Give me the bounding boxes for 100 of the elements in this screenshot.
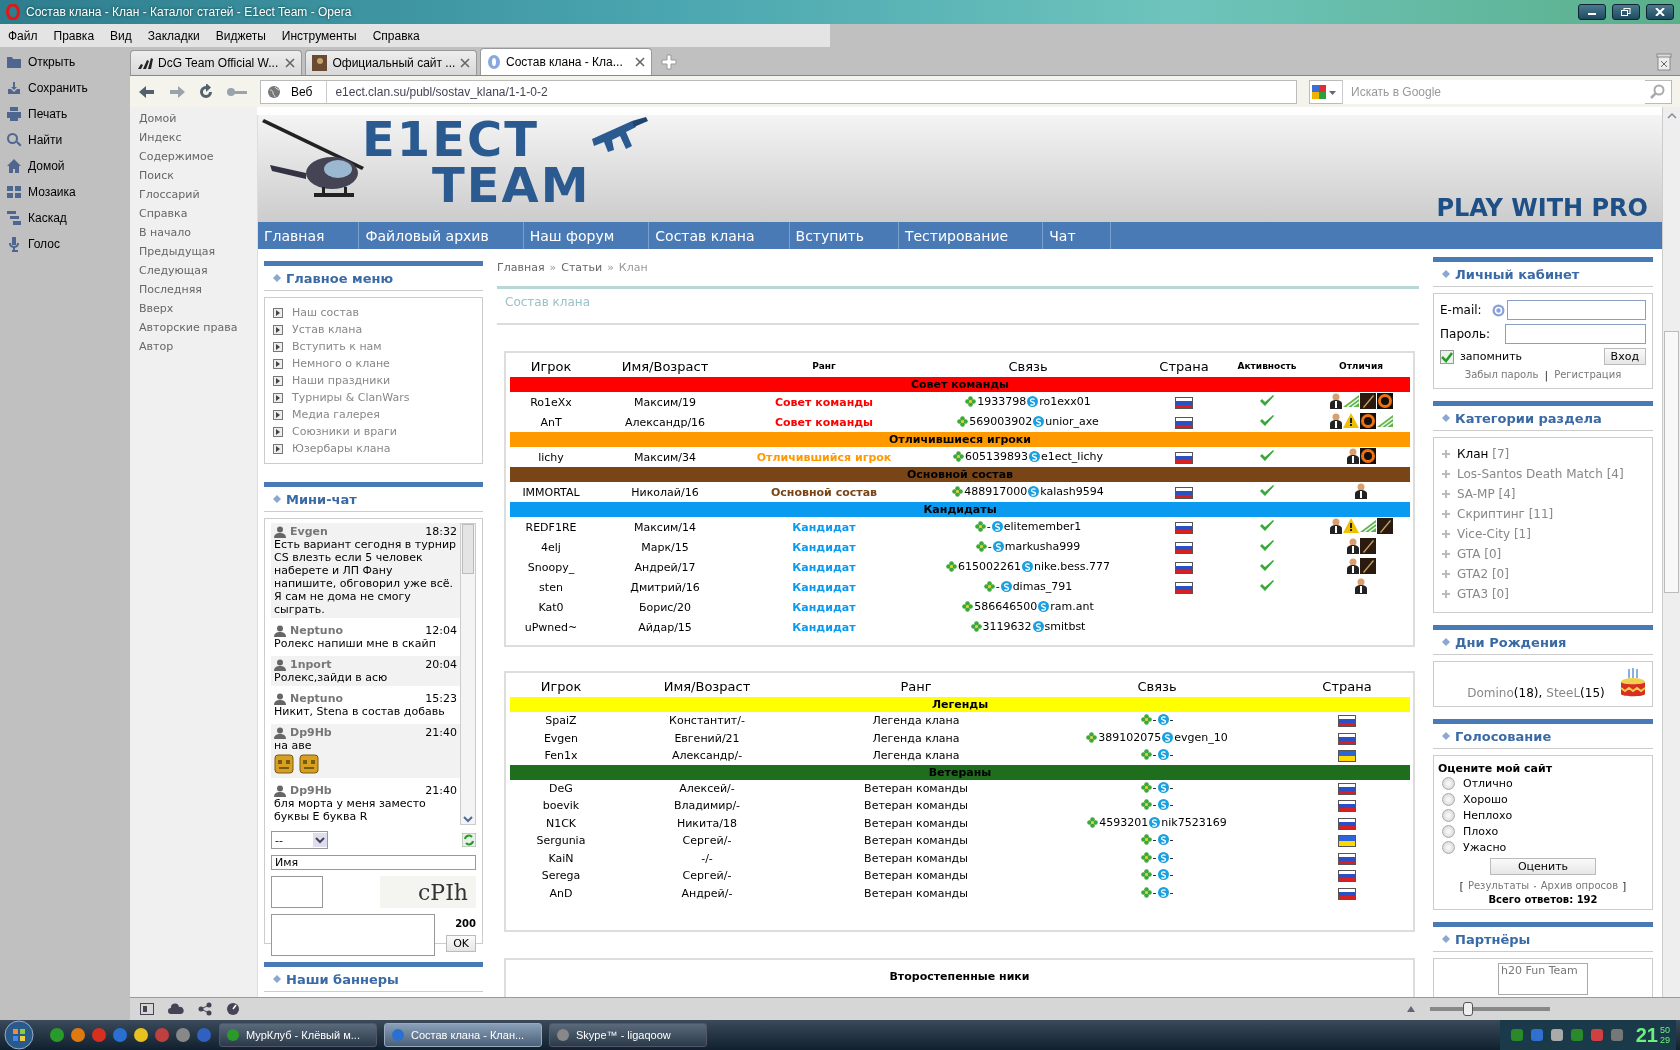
- login-button[interactable]: Вход: [1603, 348, 1646, 365]
- captcha-field[interactable]: [271, 876, 323, 908]
- panel-item[interactable]: Домой: [0, 155, 130, 177]
- tray-icon[interactable]: [1509, 1028, 1524, 1042]
- chat-username[interactable]: Dp9Hb: [290, 726, 332, 739]
- checkbox[interactable]: [1440, 349, 1454, 364]
- category-link[interactable]: GTA [0]: [1457, 547, 1502, 561]
- chat-username[interactable]: Evgen: [290, 525, 328, 538]
- tray-icon[interactable]: [1569, 1028, 1584, 1042]
- scroll-thumb[interactable]: [1664, 331, 1679, 593]
- app-icon[interactable]: [70, 1027, 86, 1043]
- menu-item[interactable]: Вид: [102, 28, 140, 43]
- scroll-thumb[interactable]: [462, 524, 474, 574]
- chat-username[interactable]: 1nport: [290, 658, 332, 671]
- nav-item[interactable]: Наш форум: [523, 222, 650, 249]
- tray-icon[interactable]: [1529, 1028, 1544, 1042]
- option-label[interactable]: Ужасно: [1463, 841, 1507, 854]
- browser-tab[interactable]: Официальный сайт ...: [305, 50, 477, 75]
- window-icon[interactable]: [140, 1003, 154, 1015]
- category-link[interactable]: Vice-City [1]: [1457, 527, 1531, 541]
- birthday-name[interactable]: SteeL: [1546, 686, 1581, 700]
- tray-icon[interactable]: [1549, 1028, 1564, 1042]
- chat-username[interactable]: Neptuno: [290, 692, 344, 705]
- checkbox-label[interactable]: запомнить: [1460, 350, 1523, 363]
- search-icon[interactable]: [1649, 82, 1667, 101]
- menu-item[interactable]: Инструменты: [273, 28, 365, 43]
- message-field[interactable]: [271, 914, 435, 956]
- web-mode-button[interactable]: Веб: [261, 80, 328, 103]
- taskbar-button[interactable]: Состав клана - Клан...: [384, 1023, 542, 1047]
- app-icon[interactable]: [175, 1027, 191, 1043]
- chat-username[interactable]: Dp9Hb: [290, 784, 332, 797]
- panel-item[interactable]: Сохранить: [0, 77, 130, 99]
- panel-item[interactable]: Печать: [0, 103, 130, 125]
- text-link[interactable]: Регистрация: [1554, 369, 1622, 382]
- page-scrollbar[interactable]: [1662, 107, 1680, 997]
- app-icon[interactable]: [133, 1027, 149, 1043]
- key-icon[interactable]: [226, 85, 248, 98]
- reload-icon[interactable]: [198, 83, 214, 100]
- panel-item[interactable]: Найти: [0, 129, 130, 151]
- breadcrumb-link[interactable]: Главная: [497, 261, 545, 274]
- category-link[interactable]: Клан [7]: [1457, 447, 1510, 461]
- option-label[interactable]: Хорошо: [1463, 793, 1508, 806]
- nav-item[interactable]: Вступить: [789, 222, 899, 249]
- navigation-link[interactable]: Содержимое: [139, 147, 257, 166]
- menu-link[interactable]: Юзербары клана: [273, 440, 482, 457]
- password-field[interactable]: [1505, 324, 1646, 344]
- category-link[interactable]: GTA2 [0]: [1457, 567, 1509, 581]
- scrollbar[interactable]: [460, 523, 476, 825]
- text-link[interactable]: Результаты: [1467, 880, 1530, 893]
- radio-button[interactable]: [1442, 793, 1455, 806]
- slider-thumb[interactable]: [1463, 1002, 1474, 1016]
- gauge-icon[interactable]: [226, 1002, 240, 1016]
- triangle-icon[interactable]: [1406, 1005, 1416, 1013]
- navigation-link[interactable]: Вверх: [139, 299, 257, 318]
- vote-button[interactable]: Оценить: [1490, 858, 1596, 875]
- radio-button[interactable]: [1442, 825, 1455, 838]
- navigation-link[interactable]: Глоссарий: [139, 185, 257, 204]
- menu-item[interactable]: Файл: [0, 28, 46, 43]
- browser-tab[interactable]: Состав клана - Кла...: [480, 48, 652, 75]
- forward-icon[interactable]: [168, 83, 186, 100]
- menu-link[interactable]: Турниры & ClanWars: [273, 389, 482, 406]
- ok-button[interactable]: OK: [446, 935, 476, 952]
- start-button[interactable]: [4, 1020, 34, 1050]
- taskbar-button[interactable]: Skype™ - ligaqoow: [549, 1023, 707, 1047]
- scroll-up-icon[interactable]: [1665, 111, 1678, 121]
- nav-item[interactable]: Главная: [258, 222, 360, 249]
- minimize-button[interactable]: [1578, 4, 1606, 20]
- radio-button[interactable]: [1442, 841, 1455, 854]
- navigation-link[interactable]: Индекс: [139, 128, 257, 147]
- refresh-icon[interactable]: [462, 833, 476, 847]
- back-icon[interactable]: [138, 83, 156, 100]
- navigation-link[interactable]: Следующая: [139, 261, 257, 280]
- menu-link[interactable]: Вступить к нам: [273, 338, 482, 355]
- birthday-name[interactable]: Domino: [1467, 686, 1514, 700]
- menu-item[interactable]: Правка: [45, 28, 103, 43]
- close-icon[interactable]: [460, 58, 470, 68]
- dropdown[interactable]: --: [271, 831, 328, 849]
- navigation-link[interactable]: Домой: [139, 109, 257, 128]
- category-link[interactable]: Los-Santos Death Match [4]: [1457, 467, 1624, 481]
- search-field[interactable]: Искать в Google: [1309, 79, 1672, 104]
- panel-item[interactable]: Каскад: [0, 207, 130, 229]
- cloud-icon[interactable]: [168, 1003, 184, 1015]
- close-icon[interactable]: [285, 58, 295, 68]
- partner-banner[interactable]: h20 Fun Team: [1498, 963, 1588, 995]
- menu-link[interactable]: Устав клана: [273, 321, 482, 338]
- menu-link[interactable]: Союзники и враги: [273, 423, 482, 440]
- option-label[interactable]: Плохо: [1463, 825, 1499, 838]
- email-field[interactable]: [1507, 300, 1646, 320]
- menu-link[interactable]: Наш состав: [273, 304, 482, 321]
- new-tab-icon[interactable]: [661, 54, 677, 70]
- menu-item[interactable]: Закладки: [139, 28, 208, 43]
- navigation-link[interactable]: Предыдущая: [139, 242, 257, 261]
- panel-item[interactable]: Мозаика: [0, 181, 130, 203]
- radio-button[interactable]: [1442, 809, 1455, 822]
- nav-item[interactable]: Тестирование: [898, 222, 1044, 249]
- search-engine-icon[interactable]: [1310, 82, 1338, 101]
- navigation-link[interactable]: Последняя: [139, 280, 257, 299]
- panel-item[interactable]: Голос: [0, 233, 130, 255]
- menu-link[interactable]: Наши праздники: [273, 372, 482, 389]
- navigation-link[interactable]: Автор: [139, 337, 257, 356]
